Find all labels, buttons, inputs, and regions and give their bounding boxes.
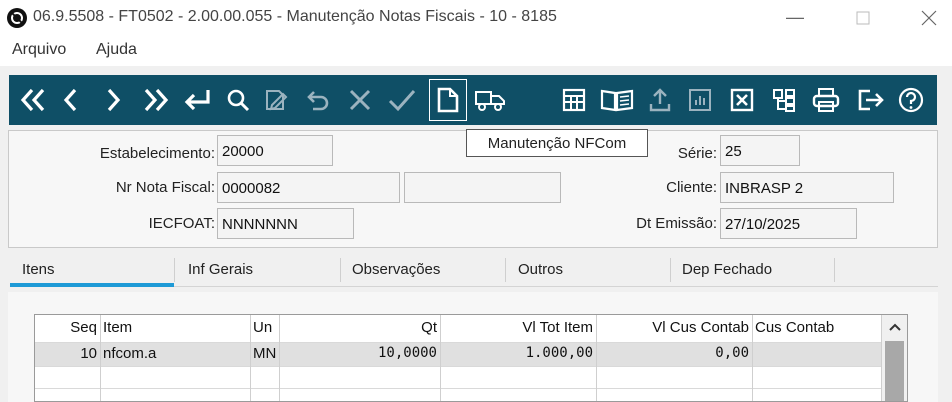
cancel-box-icon[interactable] bbox=[727, 83, 757, 117]
column-divider bbox=[596, 315, 597, 401]
column-divider bbox=[752, 315, 753, 401]
column-header-seq[interactable]: Seq bbox=[37, 319, 97, 336]
tab-inf-gerais[interactable]: Inf Gerais bbox=[188, 261, 253, 278]
column-divider bbox=[100, 315, 101, 401]
close-icon[interactable] bbox=[906, 0, 952, 36]
dt-emissao-label: Dt Emissão: bbox=[636, 215, 717, 232]
column-header-vl-cus-contab[interactable]: Vl Cus Contab bbox=[599, 319, 749, 336]
title-bar: 06.9.5508 - FT0502 - 2.00.00.055 - Manut… bbox=[0, 0, 952, 36]
upload-icon[interactable] bbox=[645, 83, 675, 117]
search-icon[interactable] bbox=[223, 83, 253, 117]
tree-icon[interactable] bbox=[769, 83, 799, 117]
chart-icon[interactable] bbox=[685, 83, 715, 117]
minimize-icon[interactable]: — bbox=[772, 0, 818, 36]
nr-nota-fiscal-field[interactable]: 0000082 bbox=[217, 172, 400, 203]
cell-vl-cus-contab: 0,00 bbox=[715, 345, 749, 361]
column-divider bbox=[440, 315, 441, 401]
column-header-vl-tot-item[interactable]: Vl Tot Item bbox=[443, 319, 593, 336]
column-header-qt[interactable]: Qt bbox=[283, 319, 437, 336]
vertical-scrollbar[interactable] bbox=[881, 315, 907, 401]
help-icon[interactable] bbox=[895, 83, 927, 117]
scroll-up-icon[interactable] bbox=[888, 321, 902, 333]
undo-icon[interactable] bbox=[303, 83, 333, 117]
tab-observacoes[interactable]: Observações bbox=[352, 261, 440, 278]
maximize-icon[interactable] bbox=[840, 0, 886, 36]
app-logo-icon bbox=[7, 8, 27, 28]
last-record-icon[interactable] bbox=[139, 83, 173, 117]
cliente-label: Cliente: bbox=[666, 179, 717, 196]
column-header-item[interactable]: Item bbox=[103, 319, 132, 336]
menu-ajuda[interactable]: Ajuda bbox=[96, 41, 137, 59]
cell-qt: 10,0000 bbox=[377, 345, 437, 361]
scrollbar-thumb[interactable] bbox=[885, 341, 904, 401]
cell-item: nfcom.a bbox=[103, 345, 157, 362]
column-header-un[interactable]: Un bbox=[253, 319, 272, 336]
tab-divider bbox=[505, 258, 506, 282]
grid-line bbox=[35, 342, 881, 343]
edit-icon[interactable] bbox=[261, 83, 291, 117]
tab-outros[interactable]: Outros bbox=[518, 261, 563, 278]
confirm-icon[interactable] bbox=[385, 83, 419, 117]
cell-seq: 10 bbox=[80, 345, 97, 362]
column-divider bbox=[250, 315, 251, 401]
delete-icon[interactable] bbox=[345, 83, 375, 117]
column-header-cus-contab[interactable]: Cus Contab bbox=[755, 319, 834, 336]
items-grid: Seq Item Un Qt Vl Tot Item Vl Cus Contab… bbox=[34, 314, 908, 402]
exit-icon[interactable] bbox=[855, 83, 887, 117]
serie-field[interactable]: 25 bbox=[720, 135, 800, 166]
tab-divider bbox=[174, 258, 175, 282]
column-divider bbox=[279, 315, 280, 401]
menu-arquivo[interactable]: Arquivo bbox=[12, 41, 66, 59]
estabelecimento-field[interactable]: 20000 bbox=[217, 135, 333, 166]
window-title: 06.9.5508 - FT0502 - 2.00.00.055 - Manut… bbox=[33, 8, 557, 25]
tab-divider bbox=[670, 258, 671, 282]
cell-vl-tot-item: 1.000,00 bbox=[525, 345, 593, 361]
tooltip: Manutenção NFCom bbox=[466, 129, 648, 157]
print-icon[interactable] bbox=[809, 83, 843, 117]
iecfoat-field[interactable]: NNNNNNN bbox=[217, 208, 354, 239]
cliente-field[interactable]: INBRASP 2 bbox=[720, 172, 894, 203]
grid-line bbox=[35, 366, 881, 367]
calculator-icon[interactable] bbox=[559, 83, 589, 117]
tab-divider bbox=[834, 258, 835, 282]
nfcom-document-icon[interactable] bbox=[429, 79, 467, 121]
tab-itens[interactable]: Itens bbox=[22, 261, 55, 278]
active-tab-indicator bbox=[10, 283, 174, 287]
next-record-icon[interactable] bbox=[101, 83, 125, 117]
tab-bar: Itens Inf Gerais Observações Outros Dep … bbox=[8, 252, 938, 292]
nr-nota-fiscal-label: Nr Nota Fiscal: bbox=[115, 179, 215, 196]
tab-divider bbox=[340, 258, 341, 282]
iecfoat-label: IECFOAT: bbox=[148, 215, 215, 232]
previous-record-icon[interactable] bbox=[59, 83, 83, 117]
tab-dep-fechado[interactable]: Dep Fechado bbox=[682, 261, 772, 278]
toolbar bbox=[9, 75, 937, 125]
estabelecimento-label: Estabelecimento: bbox=[99, 145, 215, 162]
first-record-icon[interactable] bbox=[17, 83, 49, 117]
dt-emissao-field[interactable]: 27/10/2025 bbox=[720, 208, 857, 239]
tab-bar-border bbox=[174, 286, 938, 287]
cell-un: MN bbox=[253, 345, 277, 362]
transport-icon[interactable] bbox=[473, 83, 509, 117]
menu-bar: Arquivo Ajuda bbox=[0, 36, 952, 66]
grid-line bbox=[35, 388, 881, 389]
goto-icon[interactable] bbox=[181, 83, 215, 117]
book-icon[interactable] bbox=[597, 83, 637, 117]
nr-nota-fiscal-extra-field[interactable] bbox=[404, 172, 561, 203]
